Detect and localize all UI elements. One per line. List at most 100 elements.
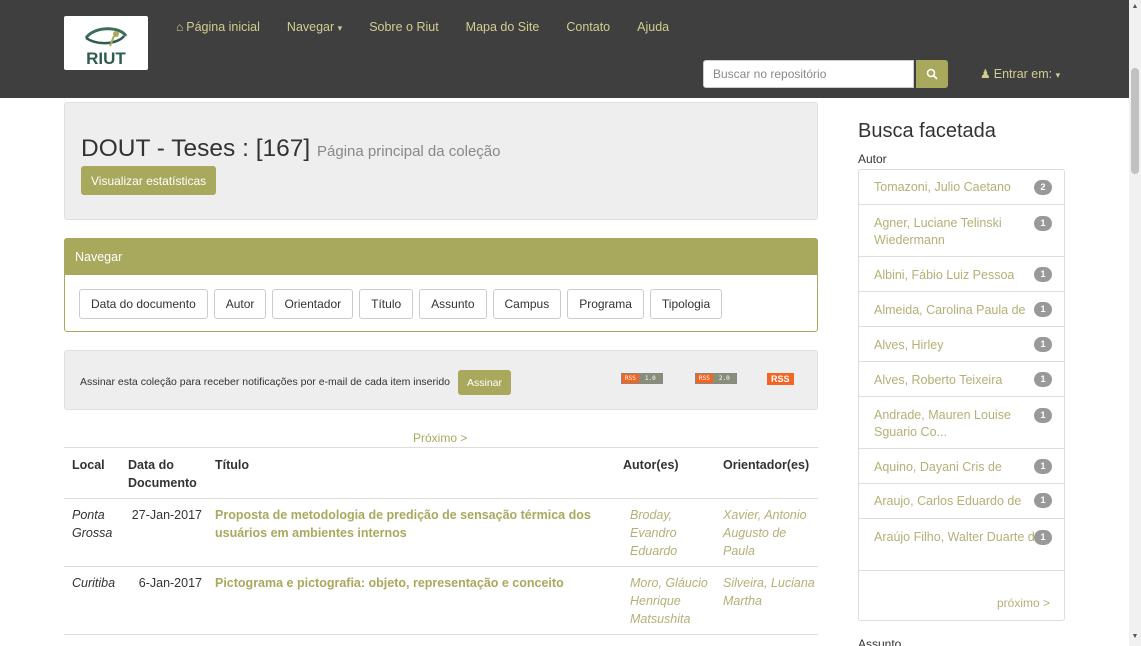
top-navbar: RIUT ⌂ Página inicial Navegar ▾ Sobre o R… xyxy=(0,0,1129,98)
logo-graphic: RIUT xyxy=(84,27,128,68)
facet-item-label: Araujo, Carlos Eduardo de xyxy=(874,494,1022,508)
facet-count-badge: 2 xyxy=(1034,180,1052,195)
results-next-link[interactable]: Próximo > xyxy=(413,431,467,445)
cell-date: 27-Jan-2017 xyxy=(131,508,202,522)
facet-item[interactable]: Andrade, Mauren Louise Sguario Co... 1 xyxy=(859,397,1064,449)
column-header-date[interactable]: Data do Documento xyxy=(128,456,198,492)
facet-item[interactable]: Albini, Fábio Luiz Pessoa 1 xyxy=(859,257,1064,292)
subscribe-text: Assinar esta coleção para receber notifi… xyxy=(80,376,451,388)
search-button[interactable] xyxy=(916,60,948,88)
facet-count-badge: 1 xyxy=(1034,459,1052,474)
cell-title-link[interactable]: Pictograma e pictografia: objeto, repres… xyxy=(215,574,610,592)
table-top-divider xyxy=(64,447,818,448)
facet-item[interactable]: Agner, Luciane Telinski Wiedermann 1 xyxy=(859,205,1064,257)
nav-sitemap[interactable]: Mapa do Site xyxy=(466,20,540,34)
browse-by-author-button[interactable]: Autor xyxy=(213,289,267,319)
user-icon: ♟ xyxy=(980,67,991,81)
facet-item[interactable]: Alves, Roberto Teixeira 1 xyxy=(859,362,1064,397)
nav-help[interactable]: Ajuda xyxy=(637,20,669,34)
facet-count-badge: 1 xyxy=(1034,337,1052,352)
cell-author-link[interactable]: Moro, Gláucio Henrique Matsushita xyxy=(630,574,716,628)
riut-logo[interactable]: RIUT xyxy=(64,16,148,70)
search-icon xyxy=(926,68,938,80)
facet-author-label: Autor xyxy=(858,152,887,166)
facet-count-badge: 1 xyxy=(1034,408,1052,423)
author-facet-list: Tomazoni, Julio Caetano 2 Agner, Luciane… xyxy=(858,169,1065,621)
rss-2-label: RSS xyxy=(696,374,713,383)
facet-item[interactable]: Alves, Hirley 1 xyxy=(859,327,1064,362)
nav-about[interactable]: Sobre o Riut xyxy=(369,20,438,34)
browse-by-subject-button[interactable]: Assunto xyxy=(419,289,487,319)
table-row-divider xyxy=(64,634,818,635)
browse-by-title-button[interactable]: Título xyxy=(359,289,414,319)
facet-item[interactable]: Aquino, Dayani Cris de 1 xyxy=(859,449,1064,484)
browse-panel-heading: Navegar xyxy=(65,239,817,275)
facet-count-badge: 1 xyxy=(1034,302,1052,317)
page-title: DOUT - Teses : [167] Página principal da… xyxy=(81,135,501,163)
cell-author-link[interactable]: Broday, Evandro Eduardo xyxy=(630,506,710,560)
collection-subtitle: Página principal da coleção xyxy=(317,143,501,160)
facet-item[interactable]: Araújo Filho, Walter Duarte de 1 xyxy=(859,519,1064,571)
browse-panel: Navegar Data do documento Autor Orientad… xyxy=(64,238,818,332)
facet-item[interactable]: Tomazoni, Julio Caetano 2 xyxy=(859,170,1064,205)
rss-1-feed-link[interactable]: RSS 1.0 xyxy=(621,373,663,384)
facet-item-label: Andrade, Mauren Louise Sguario Co... xyxy=(874,408,1011,439)
cell-title-link[interactable]: Proposta de metodologia de predição de s… xyxy=(215,506,610,542)
rss-feed-link[interactable]: RSS xyxy=(767,373,794,385)
column-header-advisors[interactable]: Orientador(es) xyxy=(723,456,809,474)
facet-count-badge: 1 xyxy=(1034,267,1052,282)
scroll-up-arrow-icon[interactable]: ▲ xyxy=(1129,0,1141,14)
browse-by-campus-button[interactable]: Campus xyxy=(492,289,562,319)
facet-count-badge: 1 xyxy=(1034,493,1052,508)
cell-date: 6-Jan-2017 xyxy=(138,576,202,590)
facet-item-label: Alves, Roberto Teixeira xyxy=(874,373,1003,387)
caret-down-icon: ▾ xyxy=(337,23,343,33)
column-header-title[interactable]: Título xyxy=(215,456,249,474)
scroll-down-arrow-icon[interactable]: ▼ xyxy=(1129,630,1141,644)
page-scrollbar[interactable]: ▲ ▼ xyxy=(1129,0,1141,646)
column-header-authors[interactable]: Autor(es) xyxy=(623,456,679,474)
subscribe-button[interactable]: Assinar xyxy=(458,370,512,395)
facet-item-label: Araújo Filho, Walter Duarte de xyxy=(874,530,1042,544)
facet-count-badge: 1 xyxy=(1034,216,1052,231)
facet-count-badge: 1 xyxy=(1034,372,1052,387)
cell-advisor-link[interactable]: Silveira, Luciana Martha xyxy=(723,574,815,610)
browse-by-advisor-button[interactable]: Orientador xyxy=(272,289,354,319)
cell-advisor-link[interactable]: Xavier, Antonio Augusto de Paula xyxy=(723,506,815,560)
home-icon: ⌂ xyxy=(176,20,184,34)
rss-2-feed-link[interactable]: RSS 2.0 xyxy=(695,373,737,384)
facet-item[interactable]: Araujo, Carlos Eduardo de 1 xyxy=(859,484,1064,519)
rss-1-version: 1.0 xyxy=(638,374,662,383)
facet-item-label: Albini, Fábio Luiz Pessoa xyxy=(874,268,1015,282)
browse-by-program-button[interactable]: Programa xyxy=(567,289,644,319)
collection-header: DOUT - Teses : [167] Página principal da… xyxy=(64,102,818,220)
nav-home[interactable]: ⌂ Página inicial xyxy=(176,20,260,34)
table-header-divider xyxy=(64,498,818,499)
rss-1-label: RSS xyxy=(622,374,639,383)
subscribe-box: Assinar esta coleção para receber notifi… xyxy=(64,350,818,410)
scrollbar-thumb[interactable] xyxy=(1131,68,1139,174)
browse-by-date-button[interactable]: Data do documento xyxy=(79,289,208,319)
facet-next-link[interactable]: próximo > xyxy=(997,596,1050,610)
facet-item-label: Alves, Hirley xyxy=(874,338,944,352)
cell-local: Ponta Grossa xyxy=(72,508,113,540)
login-dropdown[interactable]: ♟ Entrar em: ▾ xyxy=(980,67,1060,81)
facet-count-badge: 1 xyxy=(1034,530,1052,545)
browse-buttons: Data do documento Autor Orientador Títul… xyxy=(79,289,728,319)
svg-text:RIUT: RIUT xyxy=(86,49,126,68)
facet-item-label: Almeida, Carolina Paula de xyxy=(874,303,1026,317)
nav-browse[interactable]: Navegar ▾ xyxy=(287,20,342,34)
facet-item-label: Tomazoni, Julio Caetano xyxy=(874,180,1011,194)
collection-title: DOUT - Teses : [167] xyxy=(81,135,311,162)
cell-local: Curitiba xyxy=(72,576,116,590)
nav-contact[interactable]: Contato xyxy=(566,20,610,34)
caret-down-icon: ▾ xyxy=(1055,70,1061,80)
view-statistics-button[interactable]: Visualizar estatísticas xyxy=(81,166,217,195)
facet-item-label: Aquino, Dayani Cris de xyxy=(874,460,1002,474)
facet-subject-label: Assunto xyxy=(858,637,902,646)
browse-by-type-button[interactable]: Tipologia xyxy=(649,289,723,319)
facet-item[interactable]: Almeida, Carolina Paula de 1 xyxy=(859,292,1064,327)
search-input[interactable] xyxy=(703,60,914,88)
faceted-search-title: Busca facetada xyxy=(858,120,996,142)
column-header-local[interactable]: Local xyxy=(72,456,105,474)
